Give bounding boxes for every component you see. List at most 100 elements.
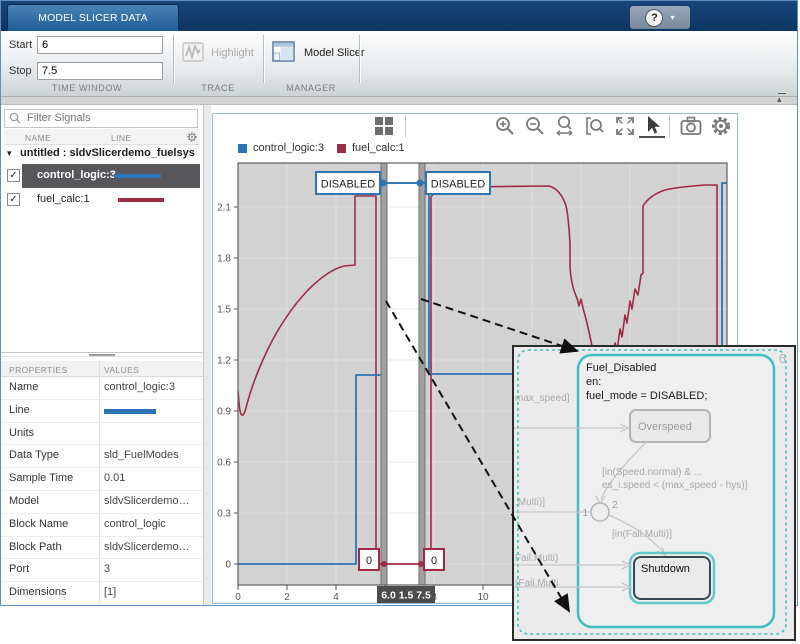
signal-checkbox[interactable]: ✓: [7, 193, 20, 206]
name-column-header: NAME: [25, 133, 52, 143]
junction-port-label: 1: [582, 508, 588, 519]
start-input[interactable]: [37, 36, 163, 54]
camera-snapshot-icon[interactable]: [679, 114, 703, 138]
tree-collapse-arrow[interactable]: ▾: [7, 148, 12, 159]
help-icon: ?: [645, 8, 664, 27]
svg-text:DISABLED: DISABLED: [431, 179, 485, 191]
property-row-name: Name control_logic:3: [1, 377, 203, 400]
svg-text:0: 0: [235, 592, 241, 603]
toolstrip-separator: [359, 35, 361, 83]
x-axis-ticks: [237, 585, 484, 590]
state-badge: 6: [779, 351, 786, 366]
zero-value-label: 0: [358, 548, 380, 571]
model-slicer-button[interactable]: Model Slicer: [271, 36, 371, 80]
x-axis-labels: 0 2 4 6 8 10: [235, 592, 489, 603]
junction-port-label: 2: [612, 500, 618, 511]
toolstrip: Start Stop Highlight Model Slicer TIME W…: [1, 31, 797, 97]
line-style-swatch: [104, 408, 156, 414]
svg-text:0.9: 0.9: [217, 407, 231, 418]
svg-text:2.1: 2.1: [217, 203, 231, 214]
signal-row-control-logic[interactable]: ✓ control_logic:3: [4, 164, 200, 188]
toolbar-separator: [405, 115, 406, 137]
gear-icon[interactable]: [186, 131, 198, 143]
signal-sidebar: NAME LINE ▾ untitled : sldvSlicerdemo_fu…: [1, 105, 203, 605]
window-start-handle[interactable]: [380, 162, 388, 586]
property-row-block-path: Block Path sldvSlicerdemo…: [1, 537, 203, 560]
property-row-units: Units: [1, 423, 203, 446]
zero-value-label: 0: [423, 548, 445, 571]
state-label: Shutdown: [641, 563, 690, 575]
disabled-value-label: DISABLED: [315, 171, 381, 195]
highlight-button[interactable]: Highlight: [181, 36, 261, 80]
tab-model-slicer-data-inspector[interactable]: MODEL SLICER DATA INSPECTOR: [7, 4, 179, 51]
search-icon: [9, 112, 21, 124]
state-label: Overspeed: [638, 421, 692, 433]
zoom-in-icon[interactable]: [493, 114, 517, 138]
properties-column-header: PROPERTIES: [9, 365, 68, 375]
property-row-sample-time: Sample Time 0.01: [1, 468, 203, 491]
section-trace: TRACE: [201, 83, 235, 93]
model-slicer-icon: [272, 41, 295, 62]
transition-edge-label: Fail.Multi): [515, 553, 558, 564]
svg-text:4: 4: [333, 592, 339, 603]
property-row-data-type: Data Type sld_FuelModes: [1, 445, 203, 469]
zoom-x-icon[interactable]: [553, 114, 577, 138]
time-window-tooltip: 6.0 1.5 7.5: [377, 586, 435, 603]
y-axis-labels: 2.1 1.8 1.5 1.2 0.9 0.6 0.3 0: [217, 203, 231, 571]
search-input[interactable]: [4, 108, 198, 128]
signal-checkbox[interactable]: ✓: [7, 169, 20, 182]
zoom-out-icon[interactable]: [523, 114, 547, 138]
line-column-header: LINE: [111, 133, 132, 143]
transition-condition: [in(Speed.normal) & ...: [602, 467, 702, 478]
run-group-label: untitled : sldvSlicerdemo_fuelsys: [20, 147, 195, 159]
transition-edge-label: .Multi)]: [515, 497, 545, 508]
svg-text:0: 0: [225, 560, 231, 571]
transition-condition: [in(Fail.Multi)]: [612, 529, 672, 540]
zoom-region-icon[interactable]: [583, 114, 607, 138]
subplot-layout-icon[interactable]: [372, 114, 396, 138]
values-column-header: VALUES: [104, 365, 140, 375]
state-entry-line: en:: [586, 376, 601, 388]
pointer-tool-icon[interactable]: [641, 114, 665, 138]
transition-edge-label: max_speed]: [515, 393, 570, 404]
property-row-line: Line: [1, 400, 203, 423]
property-row-port: Port 3: [1, 559, 203, 583]
plot-toolbar: [211, 105, 797, 145]
stop-input[interactable]: [37, 62, 163, 80]
signal-list-header: NAME LINE: [4, 129, 200, 145]
svg-text:1.8: 1.8: [217, 254, 231, 265]
connective-junction[interactable]: [590, 502, 610, 522]
toolstrip-separator: [263, 35, 265, 83]
toolbar-separator: [669, 115, 670, 137]
settings-gear-icon[interactable]: [709, 114, 733, 138]
svg-text:0.3: 0.3: [217, 509, 231, 520]
property-row-block-name: Block Name control_logic: [1, 514, 203, 537]
signal-label: control_logic:3: [37, 169, 116, 181]
svg-text:0: 0: [431, 555, 437, 567]
svg-text:0.6: 0.6: [217, 458, 231, 469]
toolstrip-separator: [173, 35, 175, 83]
model-slicer-label: Model Slicer: [304, 47, 365, 59]
svg-text:1.2: 1.2: [217, 356, 231, 367]
window-stop-handle[interactable]: [418, 162, 426, 586]
highlight-icon: [182, 42, 204, 62]
section-manager: MANAGER: [286, 83, 336, 93]
run-group-row[interactable]: ▾ untitled : sldvSlicerdemo_fuelsys: [4, 146, 200, 164]
property-row-model: Model sldvSlicerdemo…: [1, 491, 203, 514]
filter-signals-box: [4, 108, 198, 128]
title-bar: MODEL SLICER DATA INSPECTOR ? ▾: [1, 1, 797, 51]
transition-condition: es_i.speed < (max_speed - hys)]: [602, 480, 748, 491]
state-title: Fuel_Disabled: [586, 362, 656, 374]
fit-to-view-icon[interactable]: [613, 114, 637, 138]
active-tool-underline: [639, 136, 665, 138]
splitter-handle[interactable]: [89, 354, 115, 356]
disabled-value-label: DISABLED: [425, 171, 491, 195]
help-button[interactable]: ? ▾: [630, 6, 690, 29]
svg-text:2: 2: [284, 592, 290, 603]
signal-line-swatch: [118, 198, 164, 202]
signal-row-fuel-calc[interactable]: ✓ fuel_calc:1: [4, 188, 200, 212]
toolstrip-collapse-strip: [1, 97, 797, 105]
chevron-down-icon: ▾: [670, 13, 675, 22]
svg-text:1.5: 1.5: [217, 305, 231, 316]
collapse-toolstrip-icon[interactable]: ▴: [777, 93, 786, 104]
